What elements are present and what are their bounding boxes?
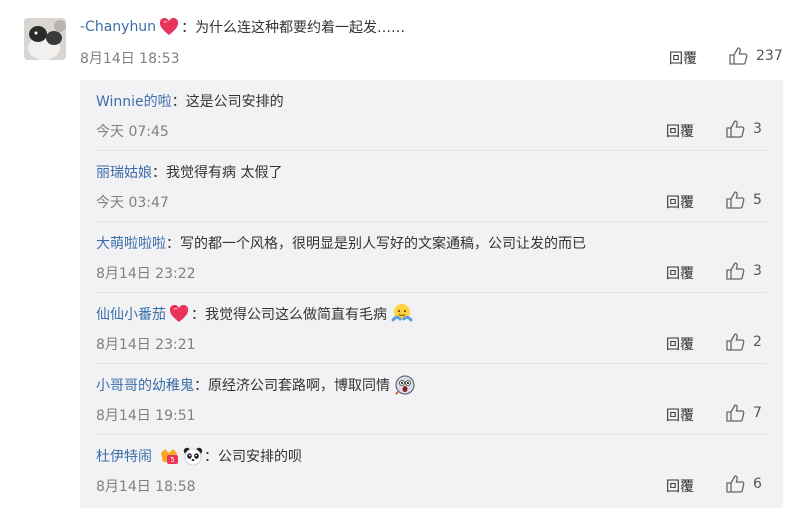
reply-username[interactable]: 小哥哥的幼稚鬼: [96, 375, 194, 395]
comment-text: 为什么连这种都要约着一起发……: [195, 20, 406, 36]
reply-item: 小哥哥的幼稚鬼 ： 原经济公司套路啊，博取同情 8月14日 19:51 回覆 7: [80, 364, 783, 435]
reply-list: Winnie的啦 ： 这是公司安排的 今天 07:45 回覆 3 丽瑞姑娘 ： …: [80, 80, 783, 508]
reply-text: 公司安排的呗: [218, 449, 302, 465]
reply-username[interactable]: 杜伊特闹: [96, 446, 152, 466]
like-button[interactable]: 5: [725, 190, 762, 210]
hug-emoji-icon: [391, 303, 413, 325]
reply-item: 仙仙小番茄 ： 我觉得公司这么做简直有毛病 8月14日 23:21 回覆 2: [80, 293, 783, 364]
svg-text:5: 5: [170, 456, 174, 464]
reply-line: 小哥哥的幼稚鬼 ： 原经济公司套路啊，博取同情: [96, 374, 416, 396]
reply-button[interactable]: 回覆: [666, 334, 694, 354]
reply-text: 这是公司安排的: [185, 94, 284, 110]
thumbs-up-icon: [726, 191, 745, 209]
reply-text: 写的都一个风格，很明显是别人写好的文案通稿，公司让发的而已: [180, 236, 586, 252]
reply-time: 今天 03:47: [96, 195, 169, 211]
thumbs-up-icon: [726, 333, 745, 351]
comment-colon: ：: [181, 20, 196, 36]
reply-time: 8月14日 18:58: [96, 479, 196, 495]
reply-colon: ：: [171, 94, 186, 110]
heart-badge-icon: [169, 304, 189, 323]
like-count: 237: [756, 48, 783, 64]
main-comment: -Chanyhun ： 为什么连这种都要约着一起发…… 8月14日 18:53 …: [80, 0, 805, 80]
reply-colon: ：: [194, 378, 208, 394]
reply-button[interactable]: 回覆: [666, 405, 694, 425]
reply-username[interactable]: 大萌啦啦啦: [96, 233, 166, 253]
reply-button[interactable]: 回覆: [666, 121, 694, 141]
reply-time: 今天 07:45: [96, 124, 169, 140]
thumbs-up-icon: [729, 47, 748, 65]
panda-emoji-icon: [182, 445, 204, 467]
scared-emoji-icon: [394, 374, 416, 396]
reply-line: 丽瑞姑娘 ： 我觉得有病 太假了: [96, 161, 282, 183]
reply-item: 丽瑞姑娘 ： 我觉得有病 太假了 今天 03:47 回覆 5: [80, 151, 783, 222]
reply-time: 8月14日 23:22: [96, 266, 196, 282]
thumbs-up-icon: [726, 475, 745, 493]
reply-text: 原经济公司套路啊，博取同情: [208, 378, 390, 394]
like-count: 2: [753, 334, 762, 350]
reply-colon: ：: [152, 165, 166, 181]
thumbs-up-icon: [726, 120, 745, 138]
reply-username[interactable]: Winnie的啦: [96, 91, 172, 111]
reply-button[interactable]: 回覆: [666, 192, 694, 212]
thumbs-up-icon: [726, 262, 745, 280]
like-count: 5: [753, 192, 762, 208]
reply-username[interactable]: 丽瑞姑娘: [96, 162, 152, 182]
like-count: 3: [753, 121, 762, 137]
reply-item: 大萌啦啦啦 ： 写的都一个风格，很明显是别人写好的文案通稿，公司让发的而已 8月…: [80, 222, 783, 293]
comment-username[interactable]: -Chanyhun: [80, 19, 156, 35]
reply-item: Winnie的啦 ： 这是公司安排的 今天 07:45 回覆 3: [80, 80, 783, 151]
reply-line: 杜伊特闹 5 ： 公司安排的呗: [96, 445, 302, 467]
like-count: 7: [753, 405, 762, 421]
reply-button[interactable]: 回覆: [669, 48, 697, 68]
reply-colon: ：: [191, 307, 205, 323]
like-count: 3: [753, 263, 762, 279]
reply-line: Winnie的啦 ： 这是公司安排的: [96, 90, 284, 112]
thumbs-up-icon: [726, 404, 745, 422]
reply-time: 8月14日 23:21: [96, 337, 196, 353]
vip-badge-icon: 5: [158, 445, 180, 467]
reply-colon: ：: [204, 449, 218, 465]
like-button[interactable]: 2: [725, 332, 762, 352]
reply-button[interactable]: 回覆: [666, 476, 694, 496]
like-button[interactable]: 3: [725, 261, 762, 281]
like-button[interactable]: 3: [725, 119, 762, 139]
reply-text: 我觉得公司这么做简直有毛病: [205, 307, 387, 323]
comment-time: 8月14日 18:53: [80, 51, 180, 67]
heart-badge-icon: [159, 17, 179, 36]
like-button[interactable]: 6: [725, 474, 762, 494]
reply-username[interactable]: 仙仙小番茄: [96, 304, 166, 324]
like-button[interactable]: 7: [725, 403, 762, 423]
user-avatar[interactable]: [24, 18, 66, 60]
reply-button[interactable]: 回覆: [666, 263, 694, 283]
like-count: 6: [753, 476, 762, 492]
reply-item: 杜伊特闹 5 ： 公司安排的呗 8月14日 18:58 回覆 6: [80, 435, 783, 506]
comment-line: -Chanyhun ： 为什么连这种都要约着一起发……: [80, 17, 405, 37]
reply-colon: ：: [166, 236, 180, 252]
reply-text: 我觉得有病 太假了: [166, 165, 283, 181]
reply-time: 8月14日 19:51: [96, 408, 196, 424]
like-button[interactable]: 237: [728, 46, 783, 66]
reply-line: 仙仙小番茄 ： 我觉得公司这么做简直有毛病: [96, 303, 413, 325]
reply-line: 大萌啦啦啦 ： 写的都一个风格，很明显是别人写好的文案通稿，公司让发的而已: [96, 232, 586, 254]
